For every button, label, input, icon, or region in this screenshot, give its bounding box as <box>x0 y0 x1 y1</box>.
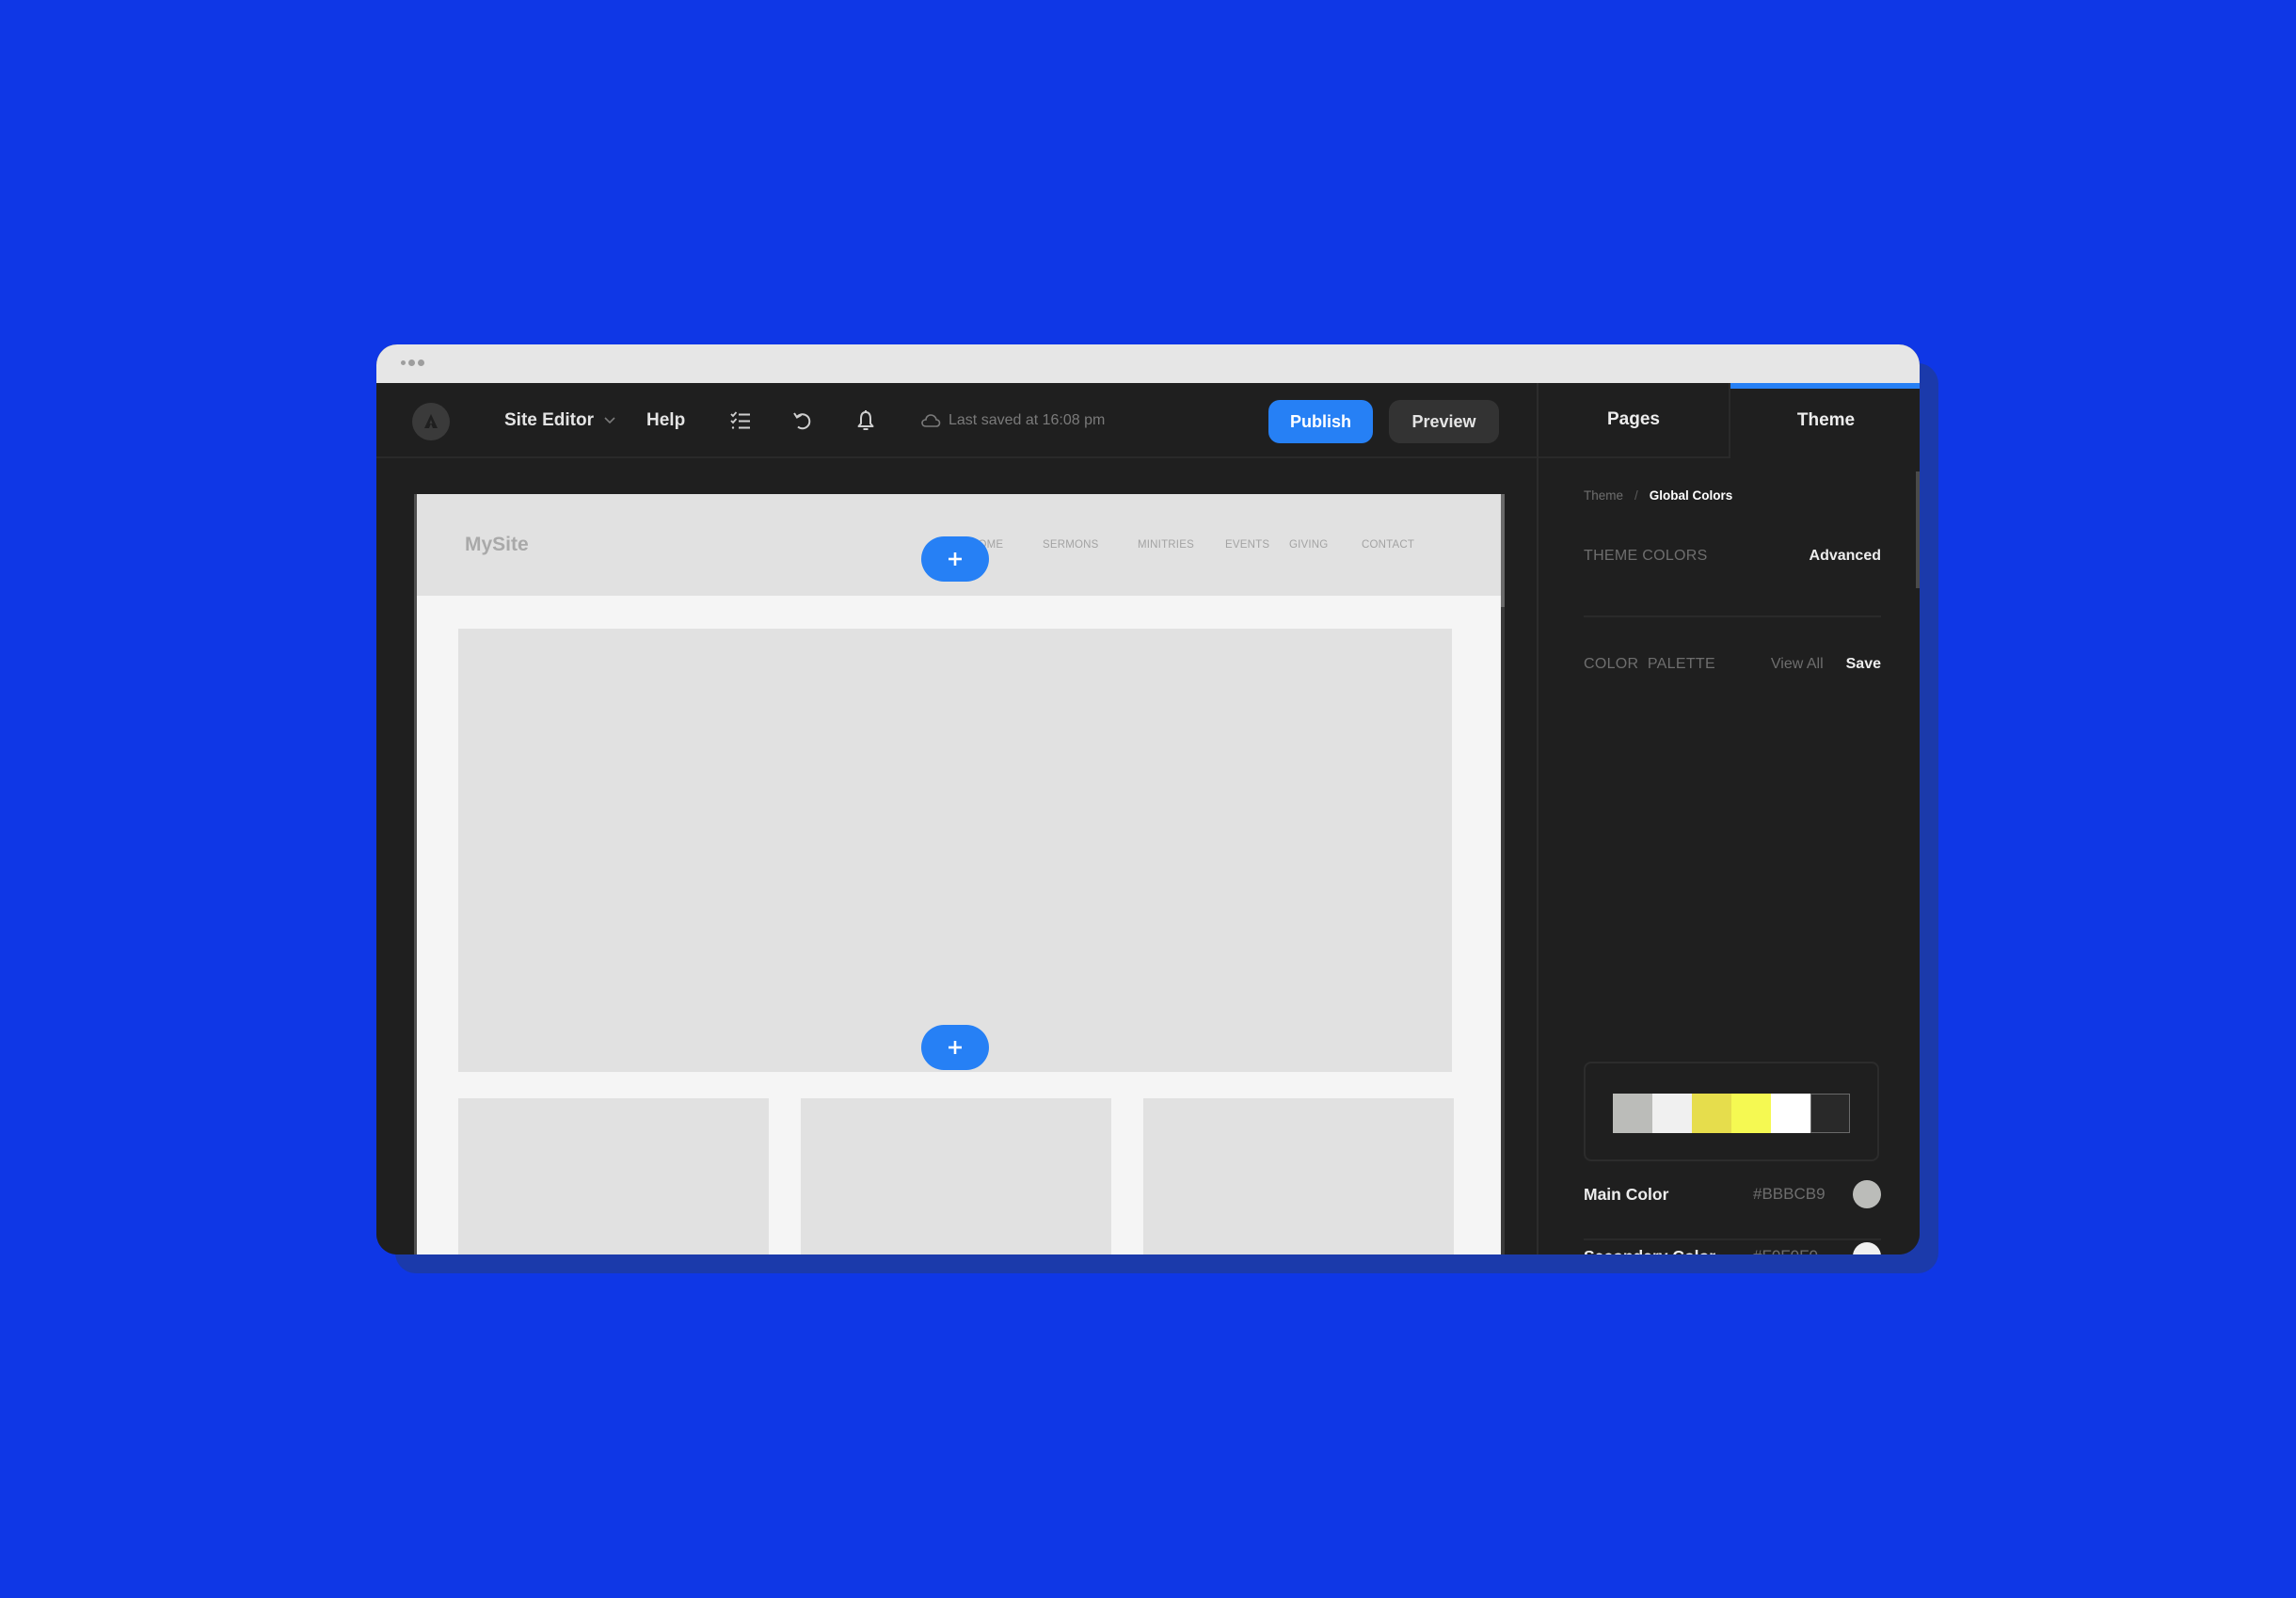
window-controls[interactable] <box>401 360 424 366</box>
save-status: Last saved at 16:08 pm <box>920 383 1105 458</box>
palette-swatch[interactable] <box>1810 1094 1850 1133</box>
breadcrumb-current: Global Colors <box>1649 488 1733 503</box>
panel-tabs: Pages Theme <box>1539 383 1920 458</box>
color-name: Main Color <box>1584 1184 1669 1204</box>
theme-colors-header: THEME COLORS Advanced <box>1584 548 1881 565</box>
add-section-button[interactable] <box>921 1025 989 1070</box>
content-column[interactable] <box>801 1098 1111 1254</box>
theme-panel: Pages Theme Theme / Global Colors THEME … <box>1537 383 1920 1254</box>
theme-colors-label: THEME COLORS <box>1584 548 1708 564</box>
canvas-scrollbar-thumb[interactable] <box>1501 494 1505 607</box>
editor-canvas: MySite HOME SERMONS MINITRIES EVENTS GIVING C… <box>376 459 1537 1254</box>
tab-pages-label: Pages <box>1607 409 1660 429</box>
palette-swatch[interactable] <box>1731 1094 1771 1133</box>
window-dot[interactable] <box>408 360 415 366</box>
checklist-icon[interactable] <box>728 408 753 433</box>
nav-link-minitries[interactable]: MINITRIES <box>1138 494 1194 596</box>
color-palette-label: COLOR PALETTE <box>1584 656 1715 672</box>
nav-link-giving[interactable]: GIVING <box>1289 494 1328 596</box>
breadcrumb-root[interactable]: Theme <box>1584 488 1623 503</box>
tab-theme-label: Theme <box>1796 410 1856 430</box>
help-menu[interactable]: Help <box>646 383 685 458</box>
palette-swatch[interactable] <box>1652 1094 1692 1133</box>
canvas-scrollbar[interactable] <box>1501 494 1505 1254</box>
help-label: Help <box>646 410 686 430</box>
hero-section[interactable] <box>458 629 1452 1072</box>
site-logo[interactable]: MySite <box>465 494 529 596</box>
nav-link-events[interactable]: EVENTS <box>1225 494 1269 596</box>
preview-button[interactable]: Preview <box>1389 400 1499 443</box>
add-section-button[interactable] <box>921 536 989 582</box>
section-divider <box>1584 1238 1881 1240</box>
color-swatch-dot[interactable] <box>1853 1242 1881 1254</box>
brand-logo-icon[interactable] <box>412 403 450 440</box>
window-dot[interactable] <box>401 360 406 365</box>
nav-link-sermons[interactable]: SERMONS <box>1043 494 1099 596</box>
color-row[interactable]: Main Color #BBBCB9 <box>1584 1175 1881 1213</box>
cloud-icon <box>921 414 941 427</box>
tab-pages[interactable]: Pages <box>1539 383 1730 458</box>
content-column[interactable] <box>1143 1098 1454 1254</box>
editor-toolbar: Site Editor Help Last saved at 16:08 pm … <box>376 383 1537 458</box>
save-status-text: Last saved at 16:08 pm <box>949 412 1106 428</box>
color-swatch-dot[interactable] <box>1853 1180 1881 1208</box>
color-name: Secondary Color <box>1584 1247 1753 1255</box>
palette-card[interactable] <box>1584 1062 1879 1161</box>
view-all-link[interactable]: View All <box>1771 656 1824 673</box>
site-preview[interactable]: MySite HOME SERMONS MINITRIES EVENTS GIVING C… <box>414 494 1501 1254</box>
plus-icon <box>949 552 962 566</box>
palette-swatch[interactable] <box>1771 1094 1810 1133</box>
section-divider <box>1584 615 1881 617</box>
breadcrumb-separator: / <box>1634 488 1638 503</box>
palette-swatch[interactable] <box>1692 1094 1731 1133</box>
advanced-link[interactable]: Advanced <box>1810 548 1881 565</box>
plus-icon <box>949 1041 962 1054</box>
site-editor-label: Site Editor <box>504 410 595 430</box>
color-hex-value[interactable]: #BBBCB9 <box>1753 1185 1843 1204</box>
active-tab-indicator <box>1730 383 1920 389</box>
save-palette-link[interactable]: Save <box>1846 656 1881 673</box>
palette-swatches <box>1612 1093 1851 1134</box>
window-titlebar <box>376 344 1920 383</box>
breadcrumb: Theme / Global Colors <box>1584 488 1732 503</box>
undo-icon[interactable] <box>790 408 815 433</box>
color-palette-header: COLOR PALETTE View All Save <box>1584 656 1881 673</box>
panel-scrollbar[interactable] <box>1916 471 1920 588</box>
nav-link-contact[interactable]: CONTACT <box>1362 494 1414 596</box>
bell-icon[interactable] <box>853 408 878 433</box>
palette-swatch[interactable] <box>1613 1094 1652 1133</box>
content-column[interactable] <box>458 1098 769 1254</box>
site-editor-menu[interactable]: Site Editor <box>504 383 616 458</box>
tab-theme[interactable]: Theme <box>1730 383 1920 458</box>
publish-button[interactable]: Publish <box>1268 400 1373 443</box>
chevron-down-icon <box>604 417 615 424</box>
app-window: Site Editor Help Last saved at 16:08 pm … <box>376 344 1920 1254</box>
window-dot[interactable] <box>418 360 424 366</box>
color-hex-value[interactable]: #F0F0F0 <box>1753 1247 1843 1254</box>
